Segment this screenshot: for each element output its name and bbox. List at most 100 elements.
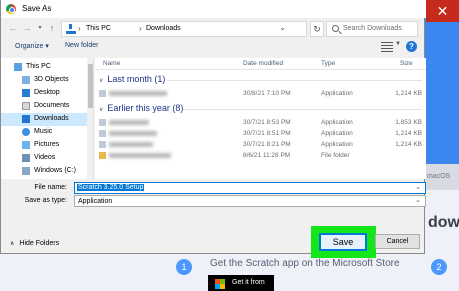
breadcrumb-this-pc[interactable]: This PC	[86, 25, 111, 32]
sidebar-item-label: This PC	[26, 63, 51, 70]
back-arrow-icon[interactable]: ←	[8, 22, 18, 34]
pictures-icon	[22, 141, 30, 149]
sidebar-item-videos[interactable]: Videos	[1, 152, 87, 165]
file-name-label: File name:	[34, 184, 67, 191]
blurred-file-name	[109, 142, 153, 147]
table-row[interactable]: 8/6/21 11:28 PM File folder	[95, 150, 426, 161]
group-header[interactable]: ∨ Last month (1)	[95, 74, 165, 84]
sidebar-item-label: Videos	[34, 154, 56, 161]
sidebar-item-3d-objects[interactable]: 3D Objects	[1, 74, 87, 87]
save-as-type-value: Application	[78, 198, 113, 205]
hide-folders-button[interactable]: ∧ Hide Folders	[10, 240, 59, 247]
up-arrow-icon[interactable]: ↑	[47, 22, 57, 34]
address-bar[interactable]: › This PC › Downloads ⌄	[61, 21, 307, 37]
badge-text: Get it from	[232, 279, 265, 286]
application-icon	[99, 141, 106, 148]
os-chip[interactable]: macOS	[425, 164, 459, 190]
sidebar-item-documents[interactable]: Documents	[1, 100, 87, 113]
table-row[interactable]: 30/8/21 7:10 PM Application 1,214 KB	[95, 88, 426, 99]
title-bar: Save As	[1, 0, 426, 18]
row-size: 1,853 KB	[395, 119, 422, 126]
sidebar-item-pictures[interactable]: Pictures	[1, 139, 87, 152]
refresh-icon[interactable]: ↻	[310, 21, 324, 37]
row-date: 8/6/21 11:28 PM	[243, 152, 291, 159]
navigation-pane: This PC 3D Objects Desktop Documents Dow…	[1, 58, 94, 179]
row-date: 30/7/21 8:21 PM	[243, 141, 291, 148]
chevron-down-icon[interactable]: ⌄	[415, 196, 421, 204]
table-row[interactable]: 30/7/21 8:21 PM Application 1,214 KB	[95, 139, 426, 150]
row-date: 30/7/21 8:51 PM	[243, 130, 291, 137]
recent-locations-icon[interactable]: ▾	[35, 22, 45, 34]
blurred-file-name	[109, 91, 167, 96]
save-as-dialog: Save As ← → ▾ ↑ › This PC › Downloads ⌄ …	[0, 0, 426, 258]
group-label: Earlier this year (8)	[107, 103, 184, 113]
microsoft-logo-icon	[215, 279, 225, 289]
new-folder-button[interactable]: New folder	[65, 42, 98, 49]
column-date-modified[interactable]: Date modified	[243, 60, 283, 67]
page-side-panel	[425, 0, 459, 190]
file-name-value: Scratch 3.25.0 Setup	[77, 184, 145, 191]
sidebar-item-this-pc[interactable]: This PC	[1, 61, 87, 74]
sidebar-item-music[interactable]: Music	[1, 126, 87, 139]
sidebar-item-downloads[interactable]: Downloads	[1, 113, 87, 126]
row-size: 1,214 KB	[395, 141, 422, 148]
search-placeholder: Search Downloads	[343, 25, 402, 32]
save-as-type-select[interactable]: Application ⌄	[74, 195, 426, 207]
sidebar-scrollbar[interactable]	[87, 58, 93, 179]
download-icon	[66, 24, 76, 34]
chevron-right-icon[interactable]: ›	[139, 24, 142, 33]
row-type: Application	[321, 90, 353, 97]
forward-arrow-icon[interactable]: →	[22, 22, 32, 34]
organize-button[interactable]: Organize ▾	[15, 42, 49, 50]
address-row: ← → ▾ ↑ › This PC › Downloads ⌄ ↻ Search…	[1, 18, 426, 38]
row-type: Application	[321, 119, 353, 126]
blurred-file-name	[109, 153, 171, 158]
column-size[interactable]: Size	[400, 60, 413, 67]
documents-icon	[22, 102, 30, 110]
chevron-down-icon[interactable]: ▼	[395, 41, 401, 47]
chevron-right-icon[interactable]: ›	[78, 24, 81, 33]
search-input[interactable]: Search Downloads	[326, 21, 418, 37]
chevron-down-icon[interactable]: ⌄	[279, 23, 286, 32]
cancel-button[interactable]: Cancel	[375, 234, 420, 249]
sidebar-item-label: Desktop	[34, 89, 60, 96]
table-row[interactable]: 30/7/21 8:51 PM Application 1,214 KB	[95, 128, 426, 139]
sidebar-item-label: Music	[34, 128, 53, 135]
group-header[interactable]: ∨ Earlier this year (8)	[95, 103, 183, 113]
sidebar-item-desktop[interactable]: Desktop	[1, 87, 87, 100]
chevron-down-icon[interactable]: ⌄	[415, 183, 421, 191]
file-name-field[interactable]: Scratch 3.25.0 Setup ⌄	[74, 182, 426, 194]
page-heading: dow	[428, 214, 459, 231]
hide-folders-label: Hide Folders	[19, 240, 60, 247]
step-1-badge: 1	[176, 259, 192, 275]
group-divider	[183, 109, 422, 110]
dialog-title: Save As	[22, 4, 52, 13]
step-2-badge: 2	[431, 259, 447, 275]
sidebar-item-windows-c[interactable]: Windows (C:)	[1, 165, 87, 178]
group-label: Last month (1)	[107, 74, 166, 84]
sidebar-item-label: Downloads	[34, 115, 69, 122]
row-size: 1,214 KB	[395, 130, 422, 137]
toolbar: Organize ▾ New folder ▼ ?	[1, 39, 426, 55]
column-name[interactable]: Name	[103, 60, 120, 67]
application-icon	[99, 130, 106, 137]
download-icon	[22, 115, 30, 123]
column-type[interactable]: Type	[321, 60, 335, 67]
view-options-icon[interactable]	[381, 42, 393, 52]
store-text: Get the Scratch app on the Microsoft Sto…	[210, 258, 400, 269]
table-row[interactable]: 30/7/21 8:53 PM Application 1,853 KB	[95, 117, 426, 128]
save-button[interactable]: Save	[319, 233, 367, 251]
help-icon[interactable]: ?	[406, 41, 417, 52]
chrome-icon	[6, 4, 16, 14]
scrollbar-thumb[interactable]	[88, 64, 93, 108]
search-icon	[332, 25, 339, 32]
breadcrumb-downloads[interactable]: Downloads	[146, 25, 181, 32]
folder-icon	[99, 152, 106, 159]
microsoft-store-badge[interactable]: Get it from	[208, 275, 274, 291]
sidebar-item-label: 3D Objects	[34, 76, 69, 83]
chevron-up-icon: ∧	[10, 241, 15, 247]
application-icon	[99, 119, 106, 126]
sidebar-item-label: Windows (C:)	[34, 167, 77, 174]
drive-icon	[22, 167, 30, 175]
close-icon[interactable]: ✕	[426, 0, 459, 22]
